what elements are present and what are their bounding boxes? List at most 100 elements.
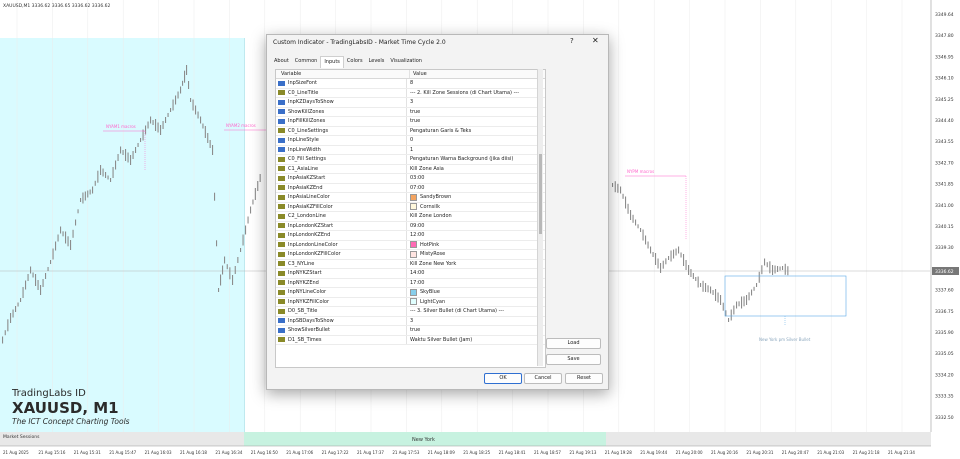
close-icon[interactable]: ✕ [592,36,599,45]
price-tick-label: 3336.75 [935,309,954,315]
help-button[interactable]: ? [570,37,574,45]
current-price-label: 3336.62 [935,269,954,275]
reset-button[interactable]: Reset [565,373,603,384]
value-cell[interactable]: true [406,117,545,126]
table-row[interactable]: D1_SB_Times Waktu Silver Bullet (Jam) [276,335,545,345]
value-cell[interactable]: LightCyan [406,297,545,306]
scrollbar-thumb[interactable] [539,154,542,234]
value-cell[interactable]: MistyRose [406,250,545,259]
table-row[interactable]: InpNYKZFillColor LightCyan [276,297,545,307]
tab-visualization[interactable]: Visualization [387,56,425,67]
price-tick-label: 3332.50 [935,415,954,421]
value-cell[interactable]: Kill Zone Asia [406,164,545,173]
table-row[interactable]: InpLondonKZStart 09:00 [276,221,545,231]
text-type-icon [278,223,285,229]
price-bar [87,190,89,198]
color-swatch[interactable] [410,288,417,296]
ok-button[interactable]: OK [484,373,522,384]
price-bar [102,168,104,177]
value-cell[interactable]: SkyBlue [406,288,545,297]
text-type-icon [278,251,285,257]
value-cell[interactable]: Cornsilk [406,202,545,211]
value-cell[interactable]: 12:00 [406,231,545,240]
table-row[interactable]: InpLondonLineColor HotPink [276,240,545,250]
dialog-tabs: About Common Inputs Colors Levels Visualizati… [271,56,425,68]
table-row[interactable]: C2_LondonLine Kill Zone London [276,212,545,222]
value-cell[interactable]: SandyBrown [406,193,545,202]
color-swatch[interactable] [410,203,417,211]
table-row[interactable]: ShowSilverBullet true [276,326,545,336]
value-cell[interactable]: 3 [406,316,545,325]
table-row[interactable]: InpAsiaKZStart 03:00 [276,174,545,184]
text-type-icon [278,175,285,181]
table-row[interactable]: InpFillKillZones true [276,117,545,127]
nypm-macro-label: NYPM macros [627,169,654,174]
variable-name: InpNYKZEnd [288,279,319,286]
value-cell[interactable]: Pengaturan Garis & Teks [406,126,545,135]
table-row[interactable]: D0_SB_Title --- 3. Silver Bullet (di Char… [276,307,545,317]
inputs-scrollbar[interactable] [537,69,543,366]
value-cell[interactable]: true [406,107,545,116]
value-cell[interactable]: Waktu Silver Bullet (Jam) [406,335,545,344]
value-cell[interactable]: 1 [406,145,545,154]
price-bar [190,98,192,102]
table-row[interactable]: ShowKillZones true [276,107,545,117]
price-bar [60,226,62,234]
table-row[interactable]: C0_Fill Settings Pengaturan Warna Backgro… [276,155,545,165]
table-row[interactable]: InpAsiaLineColor SandyBrown [276,193,545,203]
tab-about[interactable]: About [271,56,292,67]
table-row[interactable]: C1_AsiaLine Kill Zone Asia [276,164,545,174]
text-type-icon [278,156,285,162]
table-row[interactable]: InpNYKZStart 14:00 [276,269,545,279]
color-swatch[interactable] [410,250,417,258]
load-button[interactable]: Load [546,338,601,349]
price-bar [764,258,766,266]
color-swatch[interactable] [410,193,417,201]
tab-levels[interactable]: Levels [366,56,388,67]
value-cell[interactable]: 17:00 [406,278,545,287]
table-row[interactable]: InpLineWidth 1 [276,145,545,155]
value-cell[interactable]: 14:00 [406,269,545,278]
value-cell[interactable]: --- 2. Kill Zone Sessions (di Chart Utam… [406,88,545,97]
table-row[interactable]: InpLondonKZEnd 12:00 [276,231,545,241]
price-tick-label: 3335.05 [935,351,954,357]
color-swatch[interactable] [410,241,417,249]
tab-common[interactable]: Common [292,56,321,67]
save-button[interactable]: Save [546,354,601,365]
value-cell[interactable]: Kill Zone London [406,212,545,221]
value-cell[interactable]: 07:00 [406,183,545,192]
value-cell[interactable]: HotPink [406,240,545,249]
table-row[interactable]: InpAsiaKZEnd 07:00 [276,183,545,193]
cancel-button[interactable]: Cancel [524,373,562,384]
table-row[interactable]: C3_NYLine Kill Zone New York [276,259,545,269]
nyam2-macro-label: NYAM2 macros [226,123,256,128]
price-bar [257,181,259,191]
table-row[interactable]: InpAsiaKZFillColor Cornsilk [276,202,545,212]
value-cell[interactable]: 03:00 [406,174,545,183]
table-row[interactable]: InpSizeFont 8 [276,79,545,89]
table-row[interactable]: InpLondonKZFillColor MistyRose [276,250,545,260]
table-row[interactable]: InpLineStyle 0 [276,136,545,146]
price-bar [722,302,724,311]
value-cell[interactable]: 8 [406,79,545,88]
table-row[interactable]: C0_LineTitle --- 2. Kill Zone Sessions (d… [276,88,545,98]
value-cell[interactable]: 3 [406,98,545,107]
tab-colors[interactable]: Colors [344,56,366,67]
value-cell[interactable]: 09:00 [406,221,545,230]
color-swatch[interactable] [410,298,417,306]
indicator-settings-dialog: Custom Indicator - TradingLabsID - Marke… [266,34,609,390]
table-row[interactable]: C0_LineSettings Pengaturan Garis & Teks [276,126,545,136]
value-cell[interactable]: 0 [406,136,545,145]
value-cell[interactable]: --- 3. Silver Bullet (di Chart Utama) --… [406,307,545,316]
value-cell[interactable]: true [406,326,545,335]
price-bar [222,265,224,275]
price-bar [730,309,732,321]
table-row[interactable]: InpNYLineColor SkyBlue [276,288,545,298]
table-row[interactable]: InpNYKZEnd 17:00 [276,278,545,288]
table-row[interactable]: InpSBDaysToShow 3 [276,316,545,326]
tab-inputs[interactable]: Inputs [320,56,344,68]
value-cell[interactable]: Kill Zone New York [406,259,545,268]
table-row[interactable]: InpKZDaysToShow 3 [276,98,545,108]
value-cell[interactable]: Pengaturan Warna Background (jika diisi) [406,155,545,164]
price-bar [67,236,69,247]
